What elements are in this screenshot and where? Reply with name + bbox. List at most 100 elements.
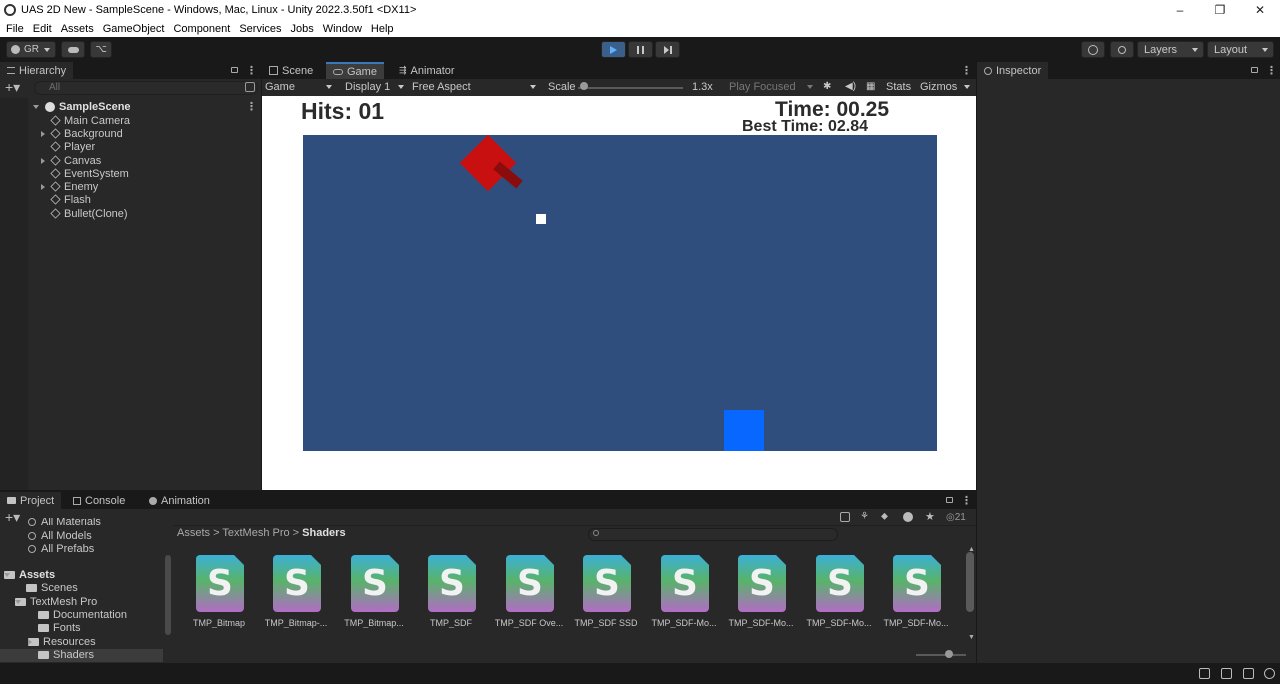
hierarchy-search-input[interactable]: All <box>34 81 258 95</box>
collab-button[interactable]: ⌥ <box>90 41 112 58</box>
lock-icon[interactable] <box>1251 67 1258 73</box>
hierarchy-item[interactable]: Main Camera <box>50 114 130 127</box>
favorite-item[interactable]: All Prefabs <box>28 543 94 555</box>
notification-icon[interactable] <box>1264 668 1275 679</box>
network-icon[interactable] <box>1243 668 1254 679</box>
hierarchy-item[interactable]: EventSystem <box>50 167 129 180</box>
search-by-type-icon[interactable] <box>840 512 850 522</box>
hierarchy-item[interactable]: Background <box>41 127 123 140</box>
minimize-button[interactable]: – <box>1160 0 1200 20</box>
expand-arrow-icon[interactable] <box>41 183 45 190</box>
expand-arrow-icon[interactable] <box>4 573 10 577</box>
tab-project[interactable]: Project <box>0 492 62 509</box>
scale-slider[interactable] <box>578 87 683 89</box>
scene-options-icon[interactable]: ⋮ <box>246 100 257 113</box>
menu-file[interactable]: File <box>6 23 24 35</box>
menu-services[interactable]: Services <box>239 23 281 35</box>
more-options-icon[interactable]: ⋮ <box>1266 64 1277 77</box>
hidden-count[interactable]: ◎21 <box>946 512 966 523</box>
debug-icon[interactable] <box>1199 668 1210 679</box>
hierarchy-item[interactable]: Canvas <box>41 154 101 167</box>
breadcrumb-item[interactable]: Assets <box>177 527 210 539</box>
tab-console[interactable]: Console <box>66 492 132 509</box>
add-button[interactable]: +▾ <box>5 79 20 96</box>
expand-arrow-icon[interactable] <box>41 130 45 137</box>
create-button[interactable]: +▾ <box>5 509 20 526</box>
tab-scene[interactable]: Scene <box>262 62 320 79</box>
folder-item[interactable]: Scenes <box>26 582 78 594</box>
lock-icon[interactable] <box>946 497 953 503</box>
menu-jobs[interactable]: Jobs <box>291 23 314 35</box>
menu-window[interactable]: Window <box>323 23 362 35</box>
folder-item[interactable]: TextMesh Pro <box>15 596 97 608</box>
audio-mute-icon[interactable]: ◀) <box>845 81 856 92</box>
bug-icon[interactable]: ✱ <box>823 81 831 92</box>
menu-component[interactable]: Component <box>173 23 230 35</box>
expand-arrow-icon[interactable] <box>41 157 45 164</box>
asset-item[interactable]: S TMP_SDF-Mo... <box>644 555 724 635</box>
tab-animator[interactable]: ⇶ Animator <box>392 62 462 79</box>
asset-item[interactable]: S TMP_Bitmap... <box>334 555 414 635</box>
aspect-dropdown[interactable]: Free Aspect <box>412 81 471 93</box>
icon-size-slider-handle[interactable] <box>945 650 953 658</box>
favorite-item[interactable]: All Materials <box>28 518 101 526</box>
folder-item[interactable]: Resources <box>28 636 96 648</box>
asset-item[interactable]: S TMP_SDF SSD <box>566 555 646 635</box>
folder-item[interactable]: Documentation <box>38 609 127 621</box>
package-icon[interactable] <box>903 512 913 522</box>
expand-arrow-icon[interactable] <box>15 600 21 604</box>
close-button[interactable]: ✕ <box>1240 0 1280 20</box>
expand-arrow-icon[interactable] <box>28 639 32 645</box>
tab-inspector[interactable]: Inspector <box>977 62 1049 79</box>
hierarchy-item[interactable]: Enemy <box>41 180 98 193</box>
filter-icon[interactable]: ⚘ <box>860 511 869 522</box>
favorite-star-icon[interactable]: ★ <box>925 510 935 523</box>
scroll-down-icon[interactable]: ▼ <box>968 634 975 641</box>
breadcrumb-item[interactable]: TextMesh Pro <box>222 527 289 539</box>
search-button[interactable] <box>1110 41 1134 58</box>
folder-item[interactable]: Fonts <box>38 622 81 634</box>
asset-item[interactable]: S TMP_SDF-Mo... <box>721 555 801 635</box>
more-options-icon[interactable]: ⋮ <box>961 64 972 77</box>
breadcrumb-current[interactable]: Shaders <box>302 527 345 539</box>
play-focused-dropdown[interactable]: Play Focused <box>729 81 796 93</box>
asset-item[interactable]: S TMP_SDF-Mo... <box>799 555 879 635</box>
scale-slider-handle[interactable] <box>580 82 588 90</box>
asset-item[interactable]: S TMP_SDF-Mo... <box>876 555 956 635</box>
menu-help[interactable]: Help <box>371 23 394 35</box>
layout-dropdown[interactable]: Layout <box>1207 41 1274 58</box>
scene-root[interactable]: SampleScene <box>33 100 131 113</box>
menu-edit[interactable]: Edit <box>33 23 52 35</box>
hierarchy-item[interactable]: Flash <box>50 193 91 206</box>
expand-arrow-icon[interactable] <box>33 104 39 109</box>
lock-icon[interactable] <box>231 67 238 73</box>
icon-size-slider[interactable] <box>916 654 966 656</box>
folder-item[interactable]: Assets <box>4 569 55 581</box>
folder-item[interactable]: Shaders <box>38 649 94 661</box>
gizmos-button[interactable]: Gizmos <box>920 81 957 93</box>
asset-item[interactable]: S TMP_SDF Ove... <box>489 555 569 635</box>
project-search-input[interactable] <box>588 528 838 541</box>
grid-icon[interactable]: ▦ <box>866 81 875 92</box>
progress-icon[interactable] <box>1221 668 1232 679</box>
tab-hierarchy[interactable]: Hierarchy <box>0 62 74 79</box>
tab-game[interactable]: Game <box>326 62 384 79</box>
asset-item[interactable]: S TMP_Bitmap <box>179 555 259 635</box>
hierarchy-item[interactable]: Bullet(Clone) <box>50 207 128 220</box>
step-button[interactable] <box>655 41 680 58</box>
folder-tree-scrollbar[interactable] <box>165 555 171 635</box>
more-options-icon[interactable]: ⋮ <box>961 494 972 507</box>
pause-button[interactable] <box>628 41 653 58</box>
history-button[interactable] <box>1081 41 1105 58</box>
asset-item[interactable]: S TMP_Bitmap-... <box>256 555 336 635</box>
stats-button[interactable]: Stats <box>886 81 911 93</box>
cloud-button[interactable] <box>61 41 85 58</box>
favorite-item[interactable]: All Models <box>28 530 92 542</box>
hierarchy-item[interactable]: Player <box>50 140 95 153</box>
account-dropdown[interactable]: GR <box>6 41 56 58</box>
asset-item[interactable]: S TMP_SDF <box>411 555 491 635</box>
display-dropdown[interactable]: Display 1 <box>345 81 390 93</box>
play-button[interactable] <box>601 41 626 58</box>
game-canvas[interactable]: Hits: 01 Time: 00.25 Best Time: 02.84 <box>262 96 976 490</box>
scroll-up-icon[interactable]: ▲ <box>968 546 975 553</box>
